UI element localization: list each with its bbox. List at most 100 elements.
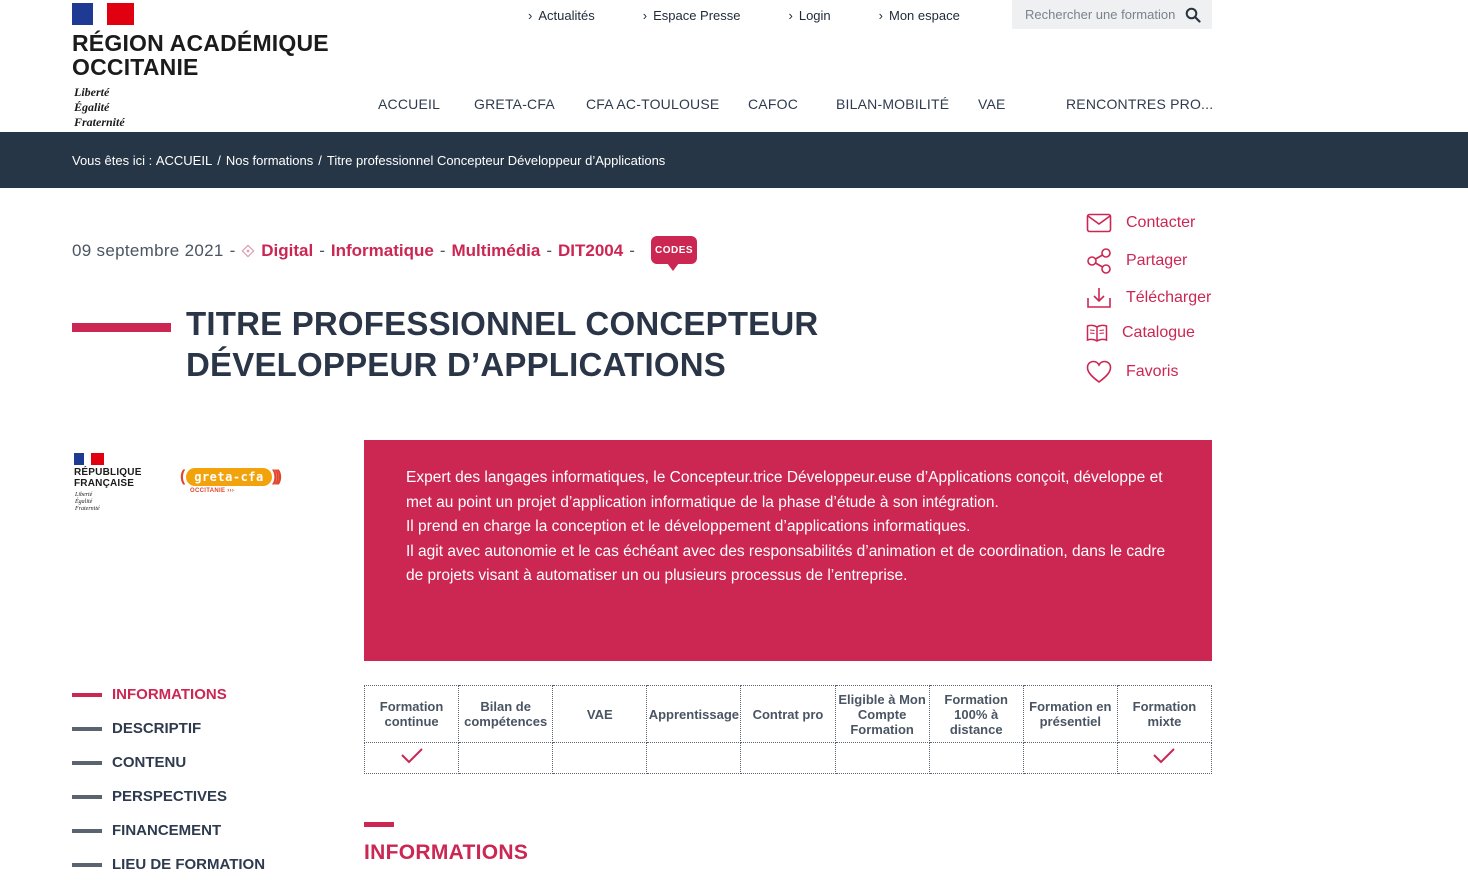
catalogue-action[interactable]: Catalogue — [1086, 323, 1195, 343]
breadcrumb-nos-formations[interactable]: Nos formations — [226, 153, 313, 168]
top-link-mon-espace[interactable]: › Mon espace — [879, 8, 960, 23]
table-header: Formation 100% à distance — [928, 685, 1024, 743]
top-links: › Actualités › Espace Presse › Login › M… — [528, 0, 1008, 30]
table-cell — [740, 742, 836, 774]
envelope-icon — [1086, 213, 1112, 233]
republique-francaise-flag — [74, 453, 104, 465]
breadcrumb-separator: / — [318, 152, 322, 168]
top-link-label: Espace Presse — [653, 7, 741, 23]
section-nav-financement[interactable]: FINANCEMENT — [72, 822, 221, 839]
table-cell — [1022, 742, 1118, 774]
rf-line1: RÉPUBLIQUE — [74, 467, 142, 478]
chevron-right-icon: › — [878, 7, 883, 23]
nav-accueil[interactable]: ACCUEIL — [378, 96, 440, 112]
nav-cfa-ac-toulouse[interactable]: CFA AC-TOULOUSE — [586, 96, 719, 112]
breadcrumb: Vous êtes ici : ACCUEIL / Nos formations… — [0, 132, 1468, 188]
table-cell — [1116, 742, 1213, 774]
search-input[interactable] — [1025, 7, 1185, 22]
rf-motto: Liberté Égalité Fraternité — [75, 492, 100, 512]
share-label: Partager — [1126, 252, 1188, 269]
description-paragraph: Il agit avec autonomie et le cas échéant… — [406, 542, 1166, 585]
publish-date: 09 septembre 2021 — [72, 241, 224, 260]
breadcrumb-current: Titre professionnel Concepteur Développe… — [326, 152, 666, 168]
chevron-right-icon: › — [528, 7, 533, 23]
section-nav-label: PERSPECTIVES — [112, 788, 228, 805]
description-paragraph: Il prend en charge la conception et le d… — [406, 518, 971, 535]
description-paragraph: Expert des langages informatiques, le Co… — [406, 469, 1163, 511]
article-meta: 09 septembre 2021 - Digital - Informatiq… — [72, 241, 635, 261]
section-nav-label: LIEU DE FORMATION — [112, 856, 266, 873]
checkmark-icon — [1153, 747, 1176, 763]
table-header: Formation continue — [363, 685, 460, 743]
share-icon — [1087, 248, 1111, 274]
table-cell — [834, 742, 930, 774]
nav-bilan-mobilite[interactable]: BILAN-MOBILITÉ — [836, 96, 949, 112]
republic-motto: Liberté Égalité Fraternité — [74, 85, 125, 130]
motto-egalite: Égalité — [74, 100, 110, 114]
nav-cafoc[interactable]: CAFOC — [748, 96, 798, 112]
section-nav-informations[interactable]: INFORMATIONS — [72, 686, 227, 703]
contact-label: Contacter — [1126, 214, 1196, 231]
codes-badge[interactable]: CODES — [651, 236, 697, 271]
category-informatique[interactable]: Informatique — [331, 241, 434, 261]
region-logo-title[interactable]: RÉGION ACADÉMIQUE OCCITANIE — [72, 31, 329, 79]
top-link-actualites[interactable]: › Actualités — [528, 8, 595, 23]
chevron-right-icon: › — [788, 7, 793, 23]
table-header: Bilan de compétences — [458, 685, 554, 743]
training-modes-table: Formation continue Bilan de compétences … — [363, 685, 1213, 774]
breadcrumb-separator: / — [217, 152, 221, 168]
favorites-label: Favoris — [1126, 363, 1179, 380]
section-nav-contenu[interactable]: CONTENU — [72, 754, 186, 771]
marianne-flag-logo[interactable] — [72, 3, 134, 25]
nav-rencontres-pro[interactable]: RENCONTRES PRO... — [1066, 96, 1213, 112]
heart-icon — [1086, 360, 1112, 384]
download-icon — [1087, 288, 1111, 308]
rf-line2: FRANÇAISE — [74, 478, 135, 489]
table-header: Contrat pro — [740, 685, 836, 743]
section-title: INFORMATIONS — [364, 841, 529, 864]
category-digital[interactable]: Digital — [261, 241, 313, 261]
contact-action[interactable]: Contacter — [1086, 212, 1195, 234]
top-link-espace-presse[interactable]: › Espace Presse — [643, 8, 741, 23]
greta-logo-sub: OCCITANIE ››› — [190, 488, 235, 494]
search-box — [1012, 0, 1212, 29]
table-header: VAE — [552, 685, 648, 743]
share-action[interactable]: Partager — [1086, 248, 1187, 274]
download-action[interactable]: Télécharger — [1086, 286, 1211, 310]
chevron-right-icon: › — [642, 7, 648, 23]
book-icon — [1086, 324, 1108, 342]
table-header-row: Formation continue Bilan de compétences … — [363, 685, 1213, 743]
description-box: Expert des langages informatiques, le Co… — [364, 440, 1212, 661]
catalogue-label: Catalogue — [1122, 324, 1195, 341]
page-title-line2: DÉVELOPPEUR D’APPLICATIONS — [186, 346, 726, 383]
favorites-action[interactable]: Favoris — [1086, 360, 1178, 384]
logo-title-line1: RÉGION ACADÉMIQUE — [72, 30, 329, 56]
section-nav-lieu-de-formation[interactable]: LIEU DE FORMATION — [72, 856, 265, 873]
section-nav-perspectives[interactable]: PERSPECTIVES — [72, 788, 227, 805]
nav-greta-cfa[interactable]: GRETA-CFA — [474, 96, 555, 112]
checkmark-icon — [400, 747, 423, 763]
section-nav-descriptif[interactable]: DESCRIPTIF — [72, 720, 201, 737]
category-multimedia[interactable]: Multimédia — [452, 241, 541, 261]
section-nav-label: DESCRIPTIF — [112, 720, 202, 737]
category-code[interactable]: DIT2004 — [558, 241, 623, 261]
top-link-label: Actualités — [538, 7, 595, 23]
table-header: Eligible à Mon Compte Formation — [834, 685, 930, 743]
logo-title-line2: OCCITANIE — [72, 54, 199, 80]
section-accent-bar — [364, 822, 394, 827]
section-nav-label: CONTENU — [112, 754, 187, 771]
table-header: Formation en présentiel — [1022, 685, 1118, 743]
table-header: Formation mixte — [1116, 685, 1213, 743]
nav-vae[interactable]: VAE — [978, 96, 1006, 112]
table-header: Apprentissage — [646, 685, 742, 743]
top-link-login[interactable]: › Login — [789, 8, 831, 23]
page-title: TITRE PROFESSIONNEL CONCEPTEUR DÉVELOPPE… — [186, 303, 886, 385]
tag-icon — [241, 244, 255, 258]
section-nav-label: INFORMATIONS — [112, 686, 227, 703]
table-cell — [552, 742, 648, 774]
breadcrumb-accueil[interactable]: ACCUEIL — [156, 153, 212, 168]
greta-cfa-logo: ( greta-cfa ))) OCCITANIE ››› — [180, 468, 282, 494]
search-icon[interactable] — [1185, 7, 1201, 23]
table-cell — [363, 742, 460, 774]
table-row — [363, 742, 1213, 774]
